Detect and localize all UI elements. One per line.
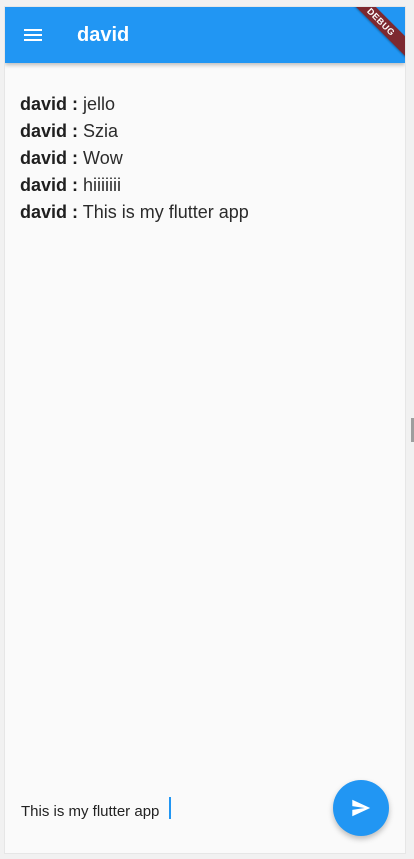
page-title: david bbox=[77, 24, 130, 46]
message-item: david : Wow bbox=[20, 145, 393, 172]
menu-icon bbox=[24, 29, 42, 41]
debug-banner: DEBUG bbox=[342, 7, 405, 61]
message-item: david : hiiiiiii bbox=[20, 172, 393, 199]
message-item: david : This is my flutter app bbox=[20, 199, 393, 226]
message-input[interactable] bbox=[21, 799, 321, 823]
message-item: david : jello bbox=[20, 91, 393, 118]
message-text: hiiiiiii bbox=[83, 175, 122, 195]
message-author: david : bbox=[20, 94, 79, 114]
message-text: jello bbox=[83, 94, 116, 114]
text-cursor bbox=[169, 797, 171, 819]
menu-button[interactable] bbox=[15, 17, 51, 53]
message-list: david : jello david : Szia david : Wow d… bbox=[20, 91, 393, 226]
message-item: david : Szia bbox=[20, 118, 393, 145]
message-author: david : bbox=[20, 121, 79, 141]
message-author: david : bbox=[20, 202, 79, 222]
message-composer bbox=[5, 777, 405, 853]
send-button[interactable] bbox=[333, 780, 389, 836]
message-text: Szia bbox=[83, 121, 119, 141]
app-window: david DEBUG david : jello david : Szia d… bbox=[5, 7, 405, 853]
message-author: david : bbox=[20, 148, 79, 168]
send-icon bbox=[352, 799, 371, 817]
message-author: david : bbox=[20, 175, 79, 195]
message-text: Wow bbox=[83, 148, 123, 168]
app-bar: david DEBUG bbox=[5, 7, 405, 63]
message-text: This is my flutter app bbox=[82, 202, 249, 222]
